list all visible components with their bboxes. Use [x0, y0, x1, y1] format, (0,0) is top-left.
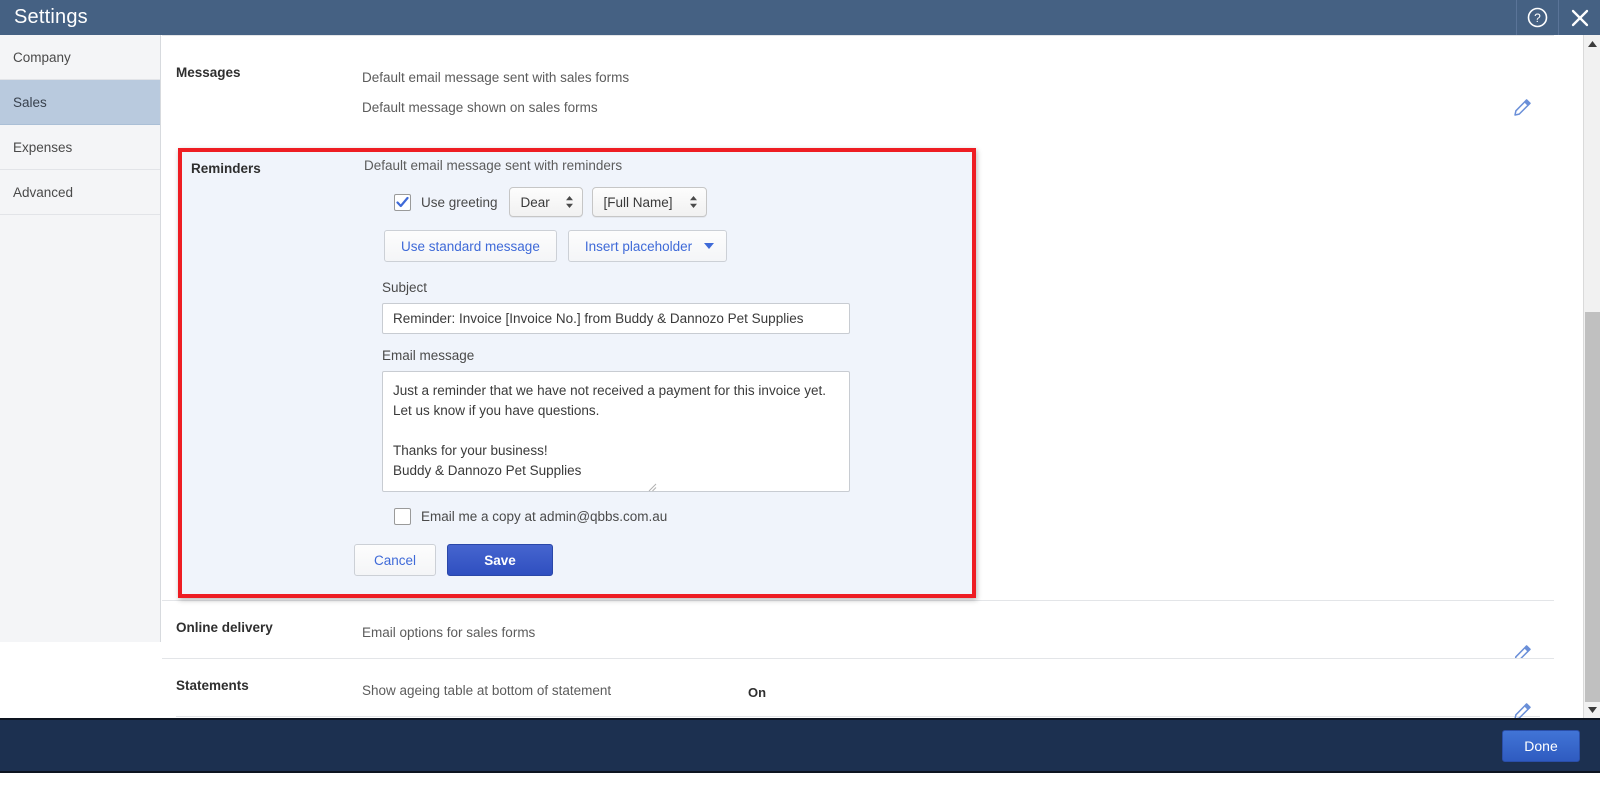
insert-placeholder-label: Insert placeholder	[584, 238, 693, 254]
online-delivery-line-1: Email options for sales forms	[362, 625, 536, 640]
message-tools-row: Use standard message Insert placeholder	[384, 230, 972, 262]
reminders-body: Default email message sent with reminder…	[354, 152, 972, 576]
section-label: Online delivery	[176, 620, 273, 635]
email-message-textarea[interactable]	[382, 371, 850, 492]
section-body: Show ageing table at bottom of statement	[362, 659, 1540, 716]
checkmark-icon	[396, 196, 409, 207]
pencil-icon	[1513, 98, 1532, 117]
section-online-delivery: Online delivery Email options for sales …	[162, 600, 1554, 662]
sidebar: Company Sales Expenses Advanced	[0, 35, 161, 642]
content-scrollbar[interactable]	[1583, 35, 1600, 718]
use-greeting-row: Use greeting Dear [Full Name]	[394, 187, 972, 217]
window-titlebar: Settings ?	[0, 0, 1600, 35]
use-standard-message-label: Use standard message	[401, 238, 540, 254]
email-copy-label: Email me a copy at admin@qbbs.com.au	[421, 509, 668, 524]
section-body: Email options for sales forms	[362, 601, 1540, 658]
reminders-action-row: Cancel Save	[354, 544, 972, 576]
email-copy-row: Email me a copy at admin@qbbs.com.au	[394, 508, 972, 525]
window-title: Settings	[14, 6, 88, 28]
chevron-down-icon	[704, 243, 715, 249]
titlebar-actions: ?	[1516, 0, 1600, 35]
close-button[interactable]	[1558, 0, 1600, 35]
scroll-down-arrow-icon	[1587, 701, 1598, 719]
sidebar-item-label: Expenses	[13, 139, 73, 155]
cancel-button[interactable]: Cancel	[354, 544, 436, 576]
help-button[interactable]: ?	[1516, 0, 1558, 35]
section-body: Default email message sent with sales fo…	[362, 36, 1540, 135]
messages-line-1: Default email message sent with sales fo…	[362, 70, 630, 85]
email-copy-checkbox[interactable]	[394, 508, 411, 525]
sidebar-item-label: Company	[13, 49, 71, 65]
section-statements: Statements Show ageing table at bottom o…	[162, 658, 1554, 718]
statements-status-value: On	[748, 685, 767, 700]
scroll-up-button[interactable]	[1584, 35, 1600, 52]
section-messages: Messages Default email message sent with…	[162, 35, 1554, 135]
svg-text:?: ?	[1534, 11, 1541, 25]
done-button[interactable]: Done	[1502, 729, 1580, 762]
sidebar-item-expenses[interactable]: Expenses	[0, 125, 160, 170]
name-placeholder-select[interactable]: [Full Name]	[591, 187, 707, 217]
use-greeting-label: Use greeting	[421, 194, 498, 210]
done-button-label: Done	[1524, 737, 1558, 754]
greeting-select[interactable]: Dear	[508, 187, 583, 217]
spinner-arrows-icon	[565, 195, 574, 209]
sidebar-item-label: Sales	[13, 94, 47, 110]
window-footer: Done	[0, 718, 1600, 773]
save-button[interactable]: Save	[447, 544, 553, 576]
reminders-panel-inner: Reminders Default email message sent wit…	[182, 152, 972, 594]
reminders-intro-text: Default email message sent with reminder…	[364, 158, 623, 173]
section-label: Messages	[176, 65, 241, 80]
save-button-label: Save	[484, 552, 516, 568]
sidebar-item-sales[interactable]: Sales	[0, 80, 160, 125]
scroll-up-arrow-icon	[1587, 35, 1598, 53]
pencil-icon	[1513, 702, 1532, 718]
settings-content: Messages Default email message sent with…	[162, 35, 1554, 718]
reminders-panel: Reminders Default email message sent wit…	[178, 148, 976, 598]
sidebar-item-company[interactable]: Company	[0, 35, 160, 80]
spinner-arrows-icon	[689, 195, 698, 209]
sidebar-item-label: Advanced	[13, 184, 74, 200]
insert-placeholder-button[interactable]: Insert placeholder	[567, 230, 728, 262]
use-greeting-checkbox[interactable]	[394, 193, 411, 211]
cancel-button-label: Cancel	[373, 552, 417, 568]
messages-line-2: Default message shown on sales forms	[362, 100, 598, 115]
sidebar-item-advanced[interactable]: Advanced	[0, 170, 160, 215]
greeting-select-value: Dear	[520, 194, 550, 210]
subject-input[interactable]	[382, 303, 850, 334]
reminders-label: Reminders	[191, 161, 261, 176]
close-icon	[1570, 8, 1590, 28]
below-footer-area	[0, 775, 1600, 792]
settings-window: Settings ? Company Sales Expenses Advanc…	[0, 0, 1600, 792]
email-message-label: Email message	[382, 348, 475, 363]
scroll-down-button[interactable]	[1584, 701, 1600, 718]
edit-messages-button[interactable]	[1513, 98, 1532, 117]
edit-statements-button[interactable]	[1513, 702, 1532, 718]
subject-label: Subject	[382, 280, 428, 295]
name-placeholder-select-value: [Full Name]	[603, 194, 673, 210]
scrollbar-thumb[interactable]	[1585, 312, 1600, 702]
help-circle-icon: ?	[1527, 7, 1548, 28]
statements-line-1: Show ageing table at bottom of statement	[362, 683, 612, 698]
section-label: Statements	[176, 678, 249, 693]
use-standard-message-button[interactable]: Use standard message	[384, 230, 557, 262]
